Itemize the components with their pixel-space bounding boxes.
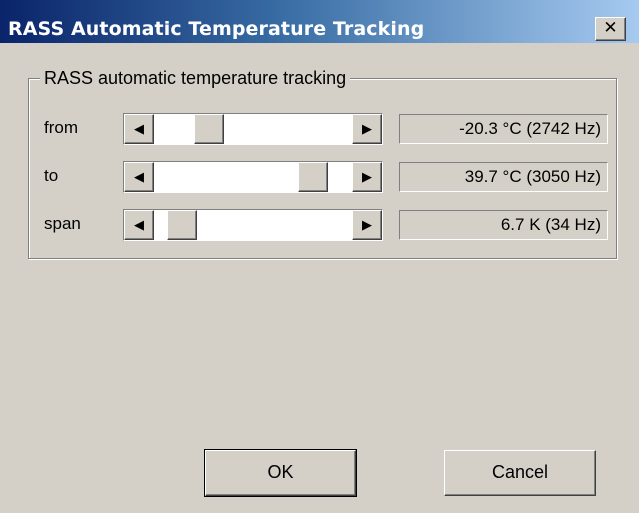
close-button[interactable]: ✕	[595, 17, 626, 41]
from-scroll-right-button[interactable]: ▶	[352, 114, 382, 144]
group-legend: RASS automatic temperature tracking	[40, 68, 351, 89]
from-label: from	[44, 118, 78, 137]
span-scroll-left-button[interactable]: ◀	[124, 210, 154, 240]
to-label: to	[44, 166, 59, 185]
span-scroll-right-button[interactable]: ▶	[352, 210, 382, 240]
scroll-left-icon: ◀	[134, 169, 144, 184]
window-title: RASS Automatic Temperature Tracking	[8, 18, 425, 40]
span-scrollbar[interactable]: ◀ ▶	[123, 209, 383, 241]
from-scrollbar[interactable]: ◀ ▶	[123, 113, 383, 145]
scroll-right-icon: ▶	[362, 217, 372, 232]
to-scroll-left-button[interactable]: ◀	[124, 162, 154, 192]
scroll-right-icon: ▶	[362, 121, 372, 136]
to-scroll-thumb[interactable]	[298, 162, 328, 192]
ok-button[interactable]: OK	[204, 449, 357, 497]
scroll-left-icon: ◀	[134, 217, 144, 232]
from-value: -20.3 °C (2742 Hz)	[399, 114, 608, 144]
from-scroll-left-button[interactable]: ◀	[124, 114, 154, 144]
scroll-right-icon: ▶	[362, 169, 372, 184]
scroll-left-icon: ◀	[134, 121, 144, 136]
span-value: 6.7 K (34 Hz)	[399, 210, 608, 240]
span-label: span	[44, 214, 81, 233]
from-scroll-thumb[interactable]	[194, 114, 224, 144]
to-value: 39.7 °C (3050 Hz)	[399, 162, 608, 192]
close-icon: ✕	[603, 18, 618, 38]
span-scroll-thumb[interactable]	[167, 210, 197, 240]
cancel-button[interactable]: Cancel	[444, 450, 596, 496]
to-scroll-right-button[interactable]: ▶	[352, 162, 382, 192]
to-scrollbar[interactable]: ◀ ▶	[123, 161, 383, 193]
title-bar: RASS Automatic Temperature Tracking ✕	[0, 0, 639, 43]
